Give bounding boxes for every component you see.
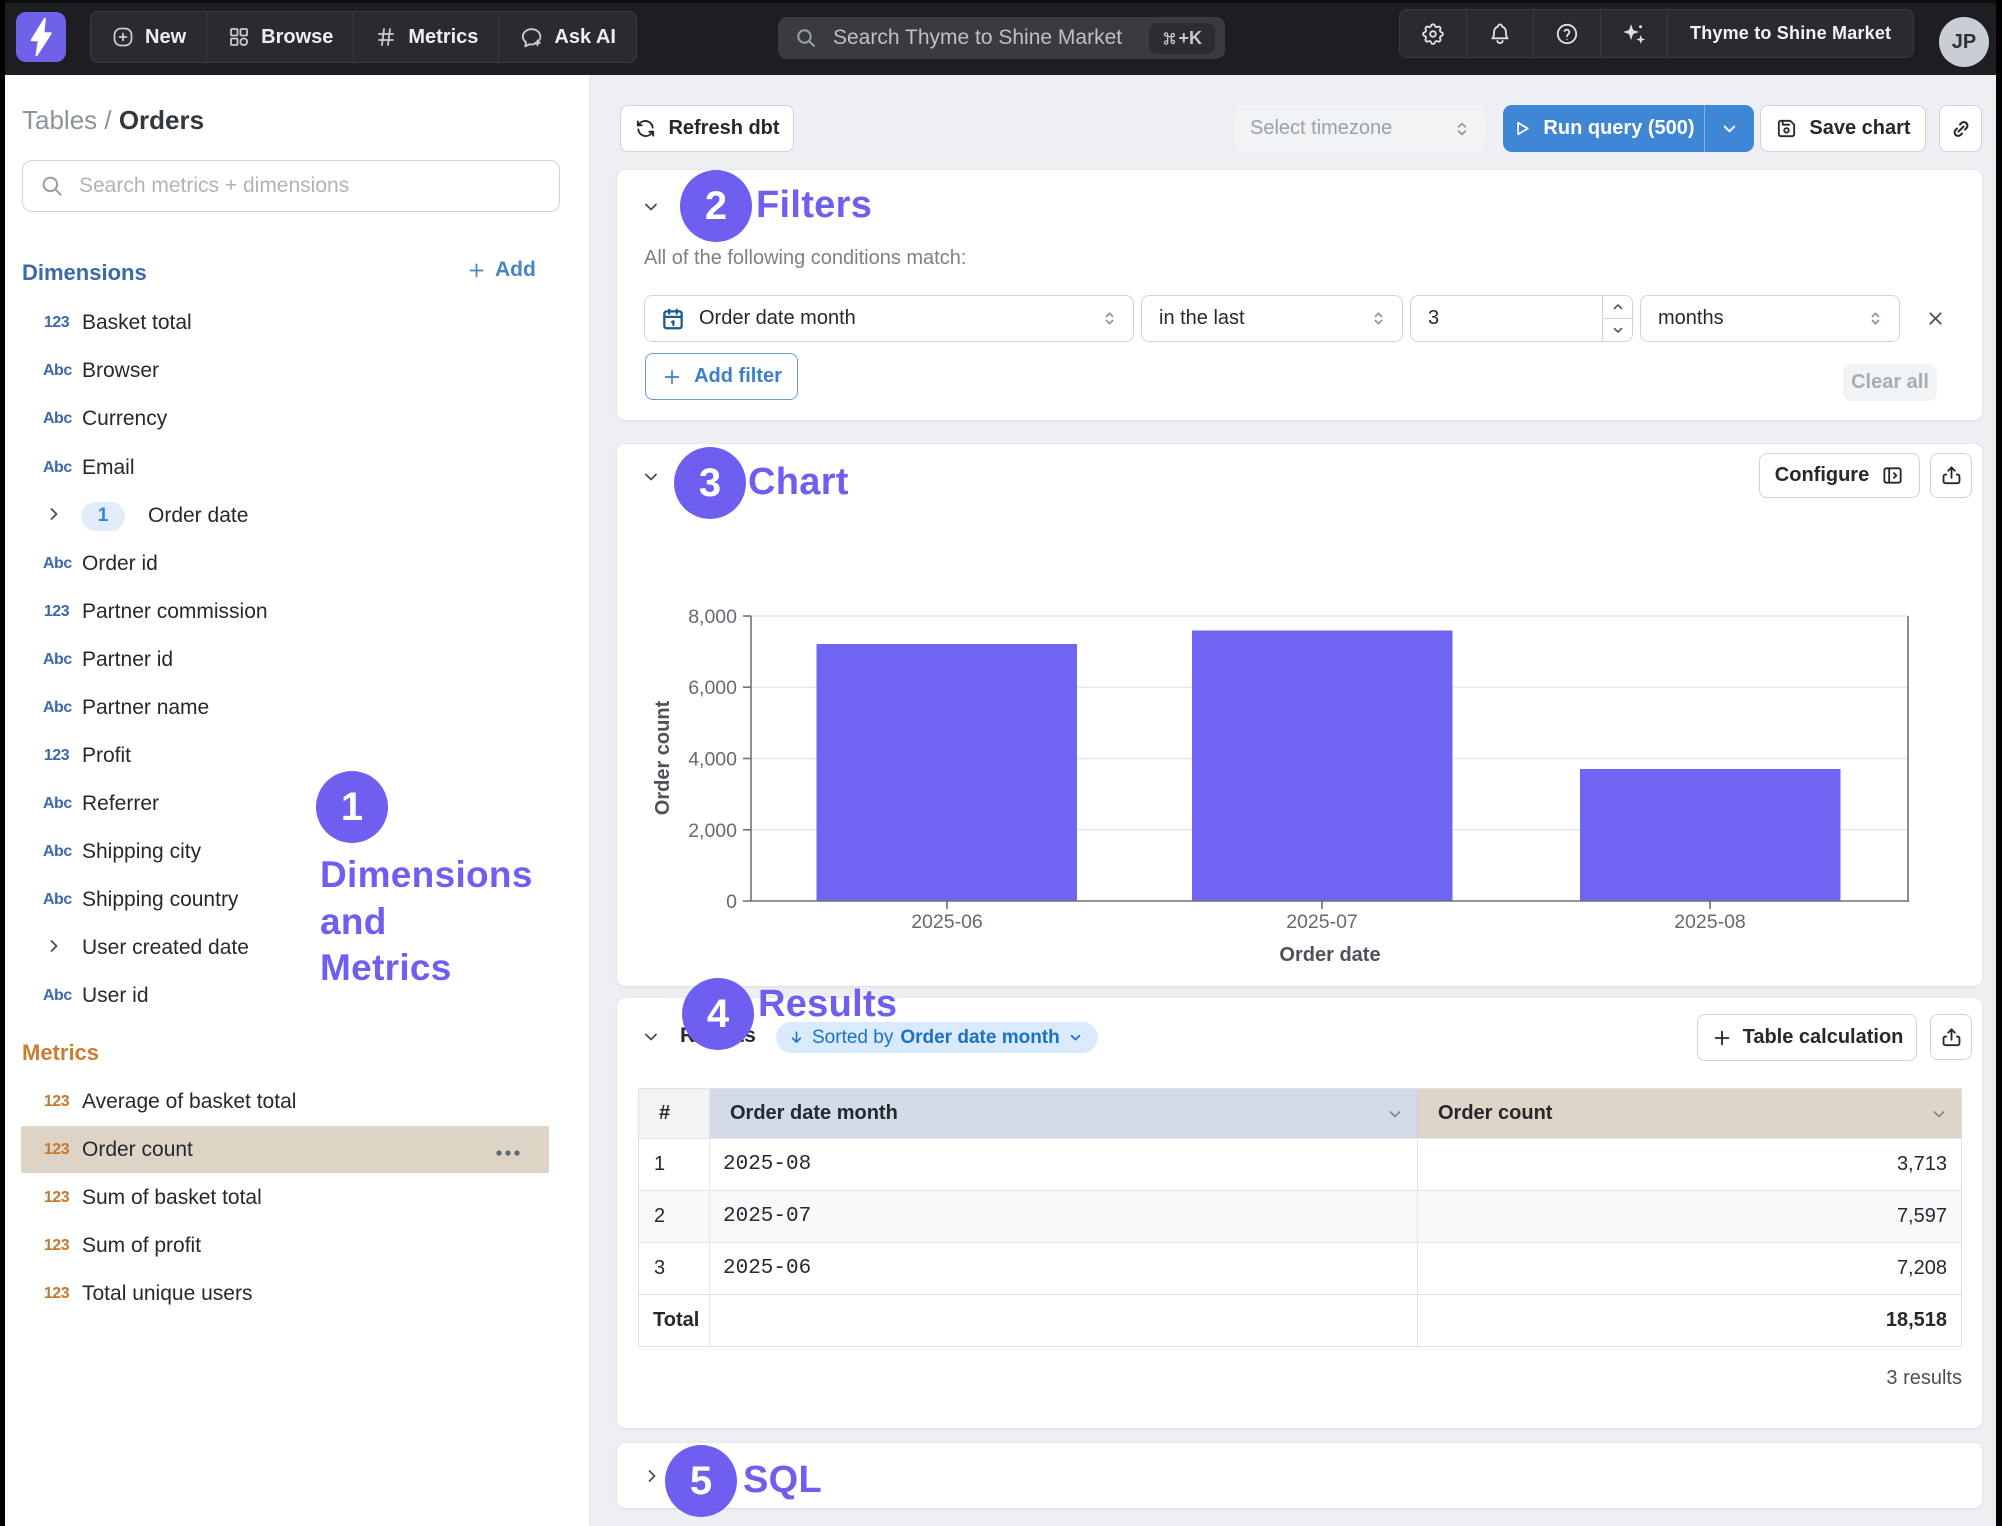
svg-text:6,000: 6,000 — [688, 677, 737, 699]
svg-text:2025-08: 2025-08 — [1674, 911, 1746, 933]
svg-text:2025-06: 2025-06 — [911, 911, 983, 933]
svg-text:8,000: 8,000 — [688, 606, 737, 628]
svg-text:2025-07: 2025-07 — [1286, 911, 1358, 933]
svg-text:4,000: 4,000 — [688, 749, 737, 771]
svg-text:2,000: 2,000 — [688, 820, 737, 842]
svg-text:Order count: Order count — [652, 700, 674, 815]
svg-text:0: 0 — [726, 891, 737, 913]
svg-text:Order date: Order date — [1279, 944, 1380, 966]
